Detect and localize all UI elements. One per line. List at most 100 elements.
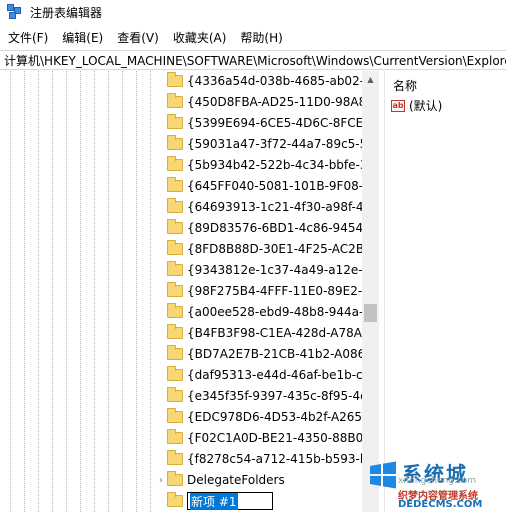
folder-icon [167, 471, 183, 486]
folder-icon [167, 366, 183, 381]
menu-favorites[interactable]: 收藏夹(A) [173, 29, 227, 46]
folder-icon [167, 303, 183, 318]
folder-icon [167, 492, 183, 507]
tree-guide-line [80, 71, 81, 512]
tree-item-label[interactable]: {59031a47-3f72-44a7-89c5-55 [187, 137, 375, 151]
values-pane[interactable]: 名称 ab (默认) [384, 71, 506, 512]
folder-icon [167, 429, 183, 444]
menu-bar: 文件(F) 编辑(E) 查看(V) 收藏夹(A) 帮助(H) [0, 26, 506, 48]
tree-item[interactable]: {B4FB3F98-C1EA-428d-A78A-D [155, 323, 375, 343]
folder-icon [167, 114, 183, 129]
tree-item-new-key[interactable]: 新项 #1 [155, 491, 273, 511]
scroll-up-icon[interactable]: ▲ [362, 71, 379, 88]
tree-item[interactable]: {daf95313-e44d-46af-be1b-cb [155, 365, 370, 385]
tree-item-label[interactable]: {a00ee528-ebd9-48b8-944a-8 [187, 305, 371, 319]
tree-item-label[interactable]: {64693913-1c21-4f30-a98f-4e5 [187, 200, 379, 214]
tree-item-label[interactable]: {5b934b42-522b-4c34-bbfe-3 [187, 158, 368, 172]
registry-tree[interactable]: {4336a54d-038b-4685-ab02-9 {450D8FBA-AD2… [0, 71, 380, 512]
folder-icon [167, 345, 183, 360]
expander-blank [155, 386, 167, 406]
expander-blank [155, 176, 167, 196]
tree-item[interactable]: {9343812e-1c37-4a49-a12e-4b [155, 260, 378, 280]
tree-item[interactable]: {98F275B4-4FFF-11E0-89E2-7E [155, 281, 377, 301]
tree-item-label[interactable]: {daf95313-e44d-46af-be1b-cb [187, 368, 370, 382]
menu-help[interactable]: 帮助(H) [240, 29, 282, 46]
rename-input-text[interactable]: 新项 #1 [190, 492, 238, 510]
tree-item-label[interactable]: {8FD8B88D-30E1-4F25-AC2B-5 [187, 242, 376, 256]
expander-blank [155, 449, 167, 469]
address-bar[interactable]: 计算机\HKEY_LOCAL_MACHINE\SOFTWARE\Microsof… [0, 50, 506, 70]
tree-item[interactable]: {f8278c54-a712-415b-b593-b7 [155, 449, 375, 469]
tree-item[interactable]: › DelegateFolders [155, 470, 285, 490]
tree-item-label[interactable]: {5399E694-6CE5-4D6C-8FCE-1 [187, 116, 375, 130]
expander-blank [155, 323, 167, 343]
tree-guide-line [150, 71, 151, 512]
tree-item[interactable]: {8FD8B88D-30E1-4F25-AC2B-5 [155, 239, 376, 259]
expander-blank [155, 134, 167, 154]
tree-guide-line [108, 71, 109, 512]
tree-item-label[interactable]: {EDC978D6-4D53-4b2f-A265-5 [187, 410, 374, 424]
menu-edit[interactable]: 编辑(E) [62, 29, 103, 46]
expander-blank [155, 197, 167, 217]
title-bar: 注册表编辑器 [0, 0, 506, 24]
menu-file[interactable]: 文件(F) [8, 29, 48, 46]
tree-guide-line [136, 71, 137, 512]
folder-icon [167, 72, 183, 87]
address-path[interactable]: 计算机\HKEY_LOCAL_MACHINE\SOFTWARE\Microsof… [4, 52, 506, 69]
chevron-right-icon[interactable]: › [155, 470, 167, 490]
watermark-domain: xitongcheng.com [398, 476, 476, 486]
folder-icon [167, 156, 183, 171]
value-row[interactable]: ab (默认) [391, 97, 442, 114]
folder-icon [167, 93, 183, 108]
tree-item[interactable]: {645FF040-5081-101B-9F08-00 [155, 176, 378, 196]
tree-item[interactable]: {64693913-1c21-4f30-a98f-4e5 [155, 197, 379, 217]
folder-icon [167, 450, 183, 465]
tree-item-label[interactable]: {BD7A2E7B-21CB-41b2-A086- [187, 347, 370, 361]
folder-icon [167, 282, 183, 297]
window-title: 注册表编辑器 [30, 5, 103, 20]
folder-icon [167, 219, 183, 234]
tree-guide-line [122, 71, 123, 512]
tree-item-label[interactable]: {f8278c54-a712-415b-b593-b7 [187, 452, 375, 466]
tree-item[interactable]: {BD7A2E7B-21CB-41b2-A086- [155, 344, 370, 364]
folder-icon [167, 324, 183, 339]
tree-item[interactable]: {5399E694-6CE5-4D6C-8FCE-1 [155, 113, 375, 133]
tree-item-label[interactable]: DelegateFolders [187, 473, 285, 487]
tree-item[interactable]: {450D8FBA-AD25-11D0-98A8- [155, 92, 371, 112]
expander-blank [155, 260, 167, 280]
expander-blank [155, 92, 167, 112]
column-header-name[interactable]: 名称 [393, 77, 417, 94]
tree-item[interactable]: {5b934b42-522b-4c34-bbfe-3 [155, 155, 368, 175]
tree-item-label[interactable]: {450D8FBA-AD25-11D0-98A8- [187, 95, 371, 109]
tree-item-label[interactable]: {89D83576-6BD1-4c86-9454-E [187, 221, 375, 235]
scroll-thumb[interactable] [364, 304, 377, 322]
value-name[interactable]: (默认) [409, 97, 442, 114]
expander-blank [155, 302, 167, 322]
tree-item-label[interactable]: {4336a54d-038b-4685-ab02-9 [187, 74, 372, 88]
menu-view[interactable]: 查看(V) [117, 29, 159, 46]
tree-item[interactable]: {4336a54d-038b-4685-ab02-9 [155, 71, 372, 91]
folder-icon [167, 177, 183, 192]
expander-blank [155, 344, 167, 364]
folder-icon [167, 387, 183, 402]
tree-item[interactable]: {89D83576-6BD1-4c86-9454-E [155, 218, 375, 238]
tree-guide-line [10, 71, 11, 512]
rename-input[interactable]: 新项 #1 [187, 492, 273, 510]
tree-scrollbar[interactable]: ▲ [362, 71, 379, 512]
tree-item-label[interactable]: {e345f35f-9397-435c-8f95-4e9 [187, 389, 375, 403]
tree-item[interactable]: {a00ee528-ebd9-48b8-944a-8 [155, 302, 371, 322]
tree-guide-line [52, 71, 53, 512]
tree-item[interactable]: {e345f35f-9397-435c-8f95-4e9 [155, 386, 375, 406]
tree-item-label[interactable]: {645FF040-5081-101B-9F08-00 [187, 179, 378, 193]
tree-guide-line [66, 71, 67, 512]
expander-blank [155, 239, 167, 259]
tree-item-label[interactable]: {9343812e-1c37-4a49-a12e-4b [187, 263, 378, 277]
tree-item[interactable]: {F02C1A0D-BE21-4350-88B0-7 [155, 428, 375, 448]
tree-item-label[interactable]: {F02C1A0D-BE21-4350-88B0-7 [187, 431, 375, 445]
tree-item[interactable]: {EDC978D6-4D53-4b2f-A265-5 [155, 407, 374, 427]
tree-item[interactable]: {59031a47-3f72-44a7-89c5-55 [155, 134, 375, 154]
folder-icon [167, 261, 183, 276]
tree-item-label[interactable]: {98F275B4-4FFF-11E0-89E2-7E [187, 284, 377, 298]
tree-item-label[interactable]: {B4FB3F98-C1EA-428d-A78A-D [187, 326, 375, 340]
tree-guide-line [24, 71, 25, 512]
